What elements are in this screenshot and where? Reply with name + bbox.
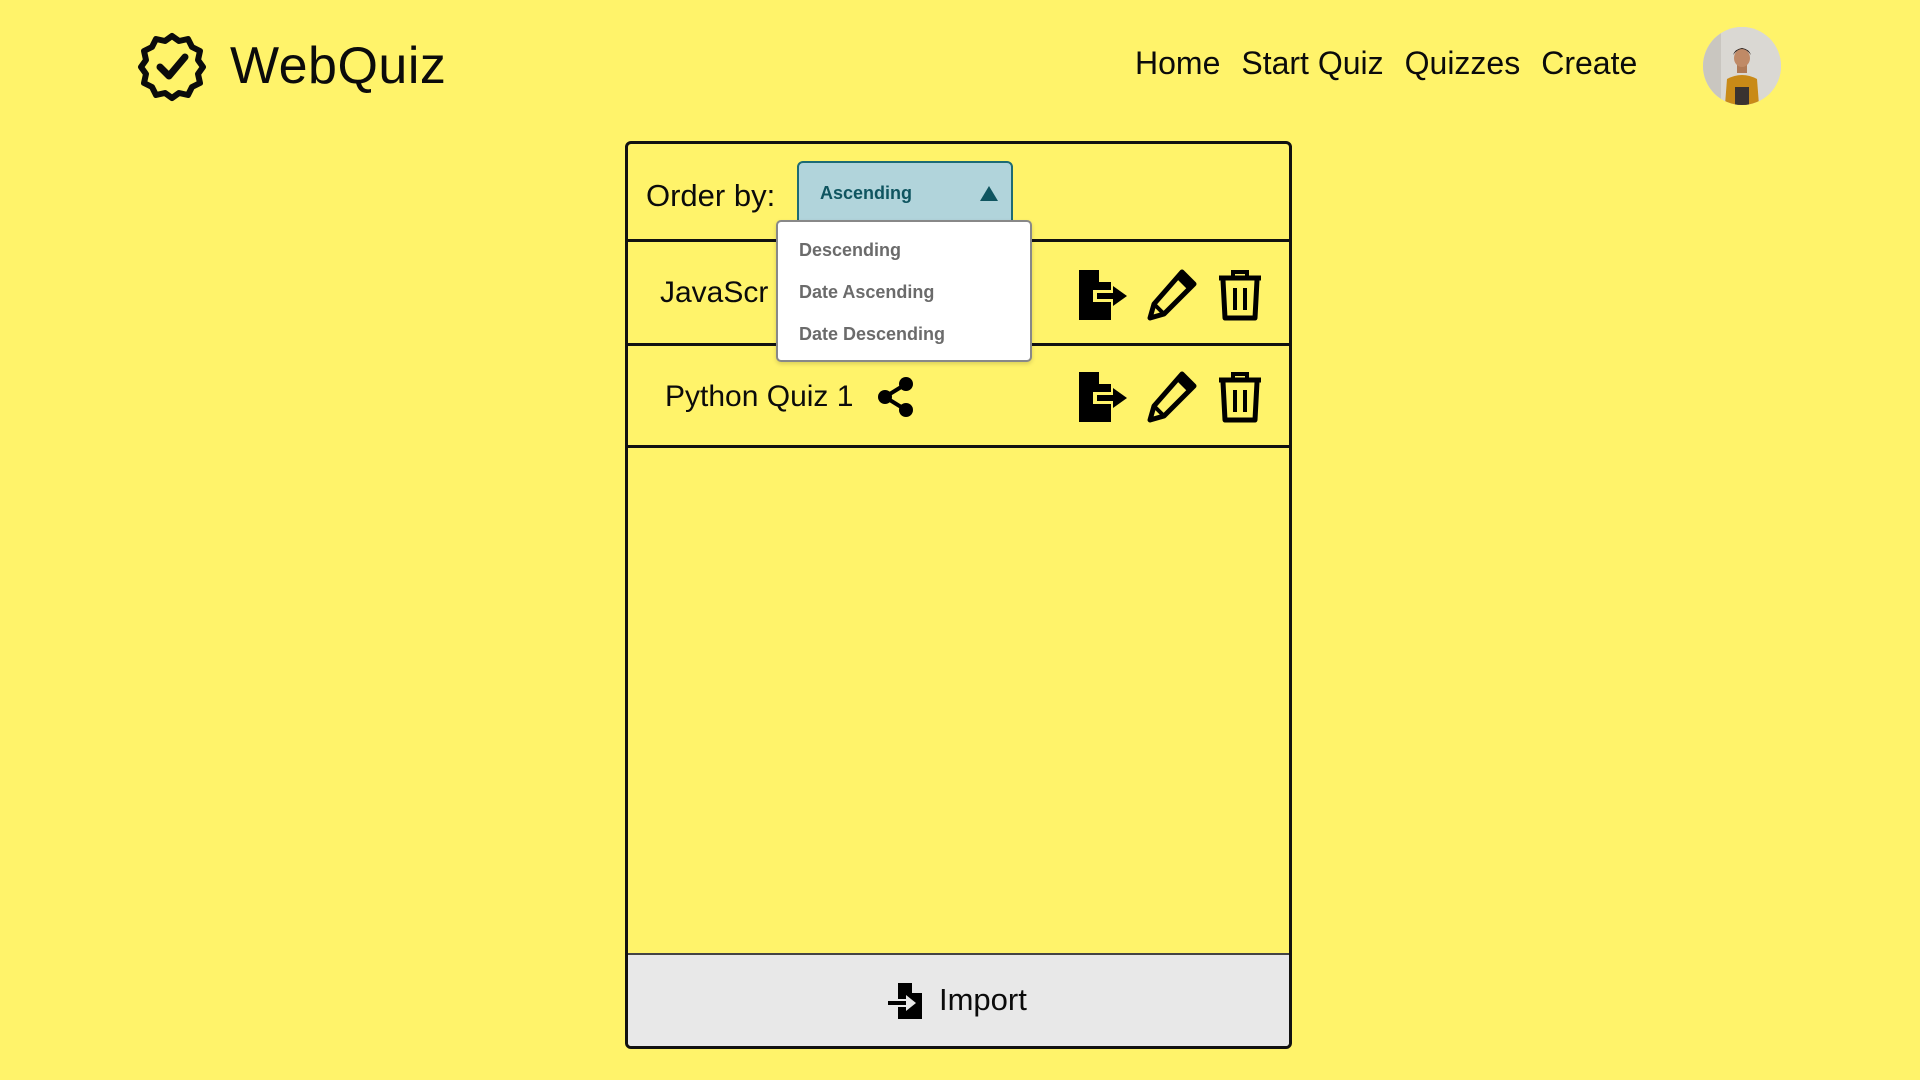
trash-icon[interactable] xyxy=(1213,268,1267,322)
sort-selected-value: Ascending xyxy=(820,183,913,203)
share-icon[interactable] xyxy=(877,377,915,417)
option-date-descending[interactable]: Date Descending xyxy=(799,324,945,345)
option-descending[interactable]: Descending xyxy=(799,240,901,261)
quiz-title[interactable]: Python Quiz 1 xyxy=(665,380,853,414)
main-nav: Home Start Quiz Quizzes Create xyxy=(1135,45,1658,82)
export-icon[interactable] xyxy=(1075,370,1129,424)
import-button[interactable]: Import xyxy=(628,953,1289,1046)
export-icon[interactable] xyxy=(1075,268,1129,322)
sort-select[interactable]: Ascending xyxy=(797,161,1013,224)
avatar[interactable] xyxy=(1703,27,1781,105)
import-label: Import xyxy=(939,982,1027,1017)
nav-home[interactable]: Home xyxy=(1135,45,1220,82)
badge-check-icon xyxy=(138,33,206,101)
user-photo xyxy=(1703,27,1781,105)
order-by-label: Order by: xyxy=(646,178,776,213)
nav-quizzes[interactable]: Quizzes xyxy=(1405,45,1521,82)
caret-up-icon xyxy=(980,186,998,201)
logo[interactable]: WebQuiz xyxy=(136,30,446,102)
trash-icon[interactable] xyxy=(1213,370,1267,424)
pencil-icon[interactable] xyxy=(1144,370,1198,424)
file-import-icon xyxy=(886,981,926,1021)
pencil-icon[interactable] xyxy=(1144,268,1198,322)
brand-name: WebQuiz xyxy=(230,37,447,95)
sort-options-menu: Descending Date Ascending Date Descendin… xyxy=(776,220,1032,362)
nav-create[interactable]: Create xyxy=(1541,45,1637,82)
quiz-title[interactable]: JavaScr xyxy=(660,276,768,310)
nav-start-quiz[interactable]: Start Quiz xyxy=(1241,45,1383,82)
option-date-ascending[interactable]: Date Ascending xyxy=(799,282,934,303)
